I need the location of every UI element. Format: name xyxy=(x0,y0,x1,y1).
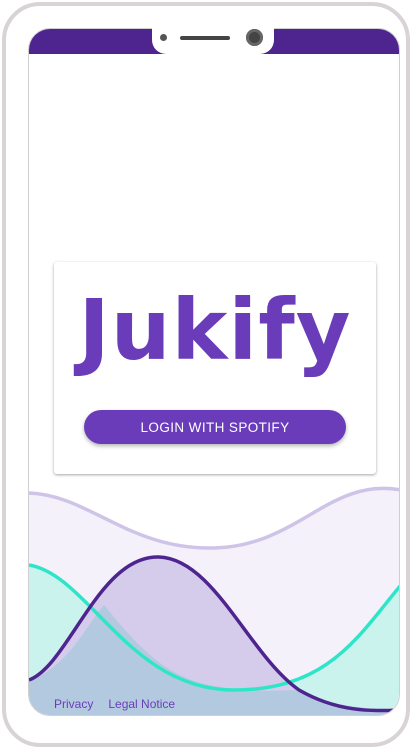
footer-links: Privacy Legal Notice xyxy=(54,697,175,711)
app-logo: Jukify xyxy=(78,281,352,379)
speaker-icon xyxy=(180,36,230,40)
phone-frame: Jukify LOGIN WITH SPOTIFY Privacy Legal … xyxy=(2,2,410,747)
legal-notice-link[interactable]: Legal Notice xyxy=(108,697,175,711)
sensor-dot-icon xyxy=(160,34,167,41)
device-notch xyxy=(152,16,274,54)
camera-icon xyxy=(246,29,263,46)
app-screen: Jukify LOGIN WITH SPOTIFY Privacy Legal … xyxy=(28,28,400,716)
privacy-link[interactable]: Privacy xyxy=(54,697,93,711)
login-with-spotify-button[interactable]: LOGIN WITH SPOTIFY xyxy=(84,410,346,444)
background-waves xyxy=(29,486,399,715)
login-card: Jukify LOGIN WITH SPOTIFY xyxy=(54,262,376,474)
